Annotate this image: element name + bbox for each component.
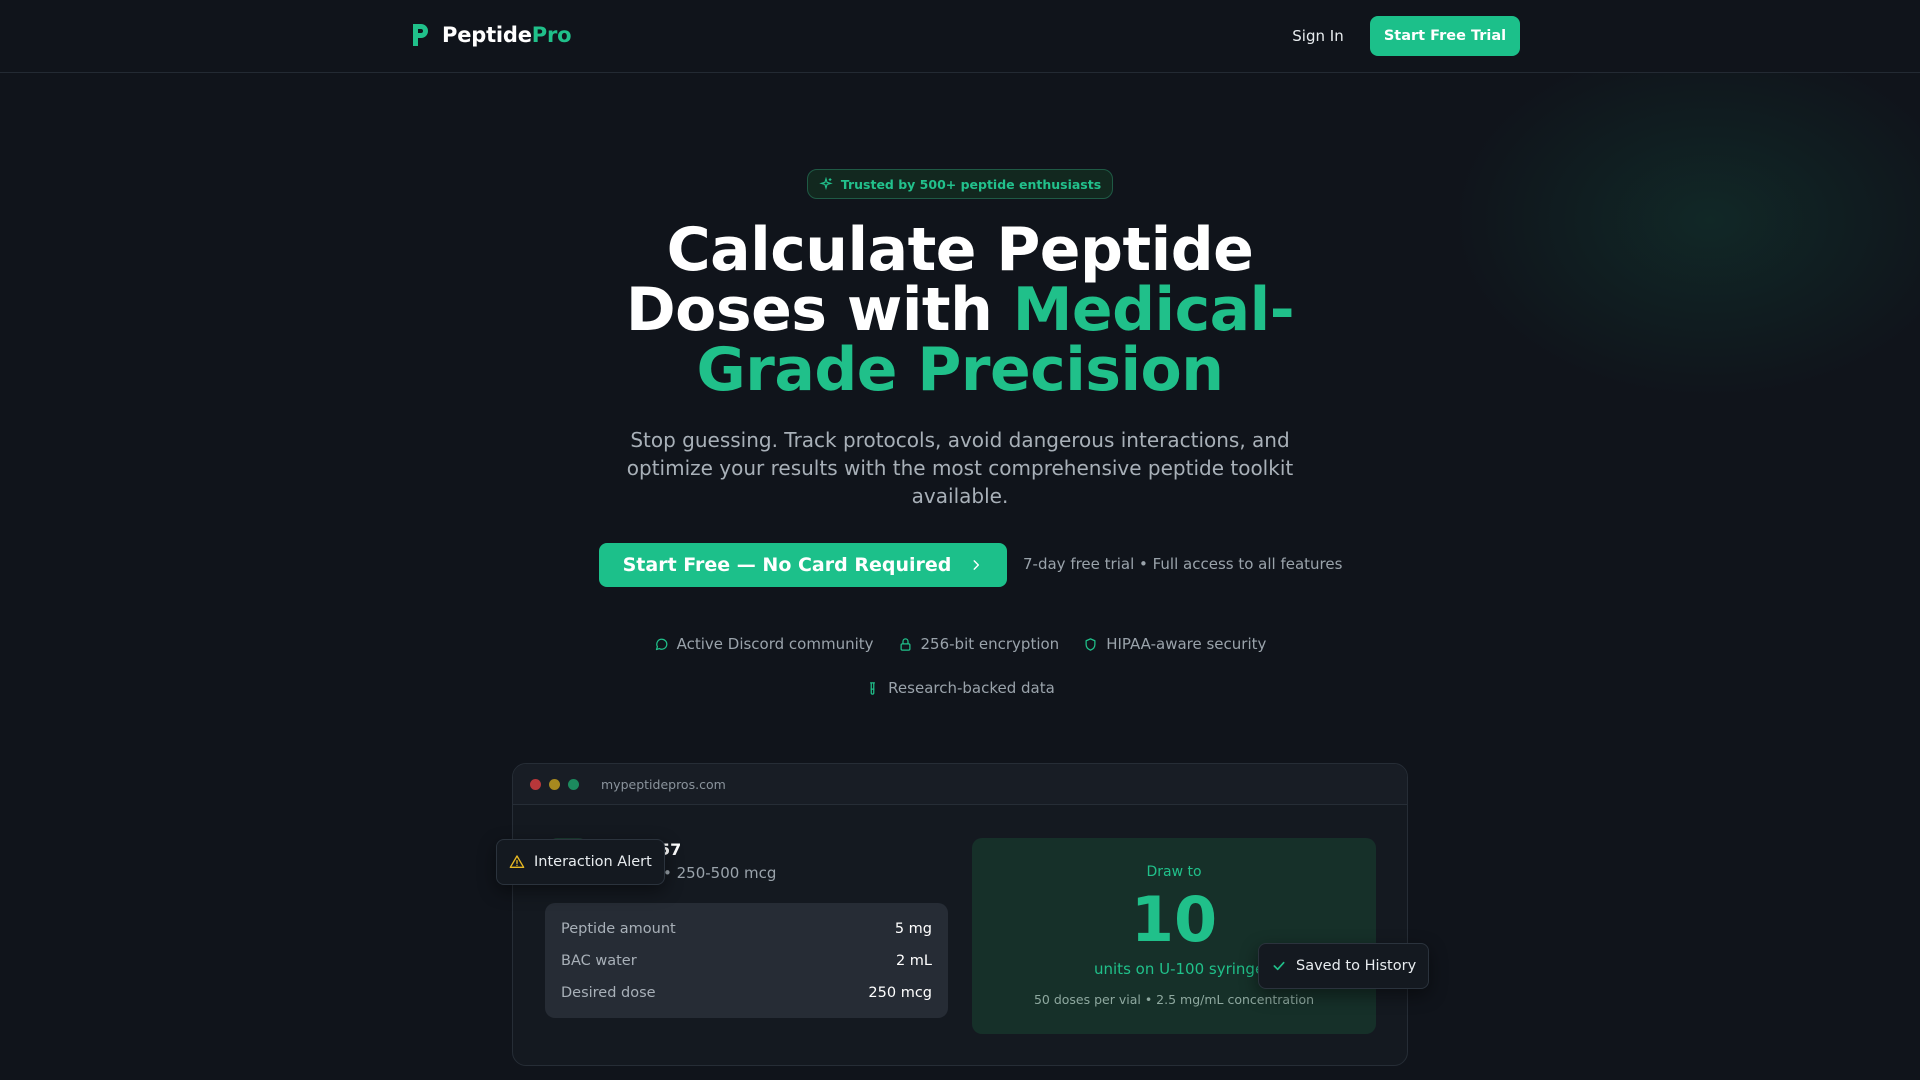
sparkle-icon (819, 177, 833, 191)
feature-label: Active Discord community (676, 635, 874, 653)
interaction-alert-text: Interaction Alert (534, 854, 652, 870)
feature-label: 256-bit encryption (920, 635, 1060, 653)
chevron-right-icon (973, 560, 980, 570)
interaction-alert-toast[interactable]: Interaction Alert (496, 839, 665, 885)
saved-history-toast[interactable]: Saved to History (1258, 943, 1430, 989)
start-free-trial-button[interactable]: Start Free Trial (1370, 16, 1520, 56)
browser-url: mypeptidepros.com (601, 776, 726, 792)
logo-text-accent: Pro (531, 23, 572, 47)
input-row-peptide-amount: Peptide amount 5 mg (561, 913, 932, 945)
check-icon (1273, 961, 1285, 971)
cta-label: Start Free — No Card Required (622, 554, 952, 576)
calculator-inputs: Peptide amount 5 mg BAC water 2 mL Desir… (545, 903, 948, 1018)
app-preview-window: mypeptidepros.com 57 • 250-500 mcg Pepti… (512, 763, 1408, 1066)
saved-history-text: Saved to History (1296, 958, 1417, 974)
input-value: 5 mg (894, 921, 932, 937)
dose-result-panel: Draw to 10 units on U-100 syringe 50 dos… (972, 838, 1376, 1034)
feature-encryption: 256-bit encryption (898, 635, 1060, 653)
window-close-dot (530, 778, 541, 790)
shield-icon (1085, 637, 1096, 651)
logo[interactable]: PeptidePro (410, 22, 572, 48)
start-free-cta-button[interactable]: Start Free — No Card Required (599, 543, 1007, 587)
input-label: Desired dose (561, 985, 656, 1001)
feature-label: Research-backed data (888, 679, 1055, 697)
hero-title-line3-green: Grade Precision (696, 335, 1224, 405)
sign-in-button[interactable]: Sign In (1278, 24, 1358, 48)
hero-title: Calculate Peptide Doses with Medical- Gr… (560, 220, 1360, 400)
feature-hipaa: HIPAA-aware security (1083, 635, 1266, 653)
features-row-1: Active Discord community 256-bit encrypt… (0, 635, 1920, 653)
hero-subtitle: Stop guessing. Track protocols, avoid da… (626, 428, 1294, 508)
input-row-bac-water: BAC water 2 mL (561, 945, 932, 977)
feature-discord: Active Discord community (654, 635, 874, 653)
input-value: 2 mL (895, 953, 932, 969)
window-maximize-dot (568, 778, 579, 790)
logo-mark-icon (413, 24, 428, 46)
chat-bubble-icon (655, 638, 668, 650)
window-minimize-dot (549, 778, 560, 790)
trust-badge-text: Trusted by 500+ peptide enthusiasts (840, 176, 1102, 192)
draw-to-label: Draw to (1146, 864, 1202, 880)
input-label: BAC water (561, 953, 637, 969)
cta-note: 7-day free trial • Full access to all fe… (1023, 555, 1343, 573)
units-label: units on U-100 syringe (1094, 960, 1265, 978)
input-row-desired-dose: Desired dose 250 mcg (561, 977, 932, 1009)
feature-research: Research-backed data (865, 679, 1055, 697)
trust-badge: Trusted by 500+ peptide enthusiasts (807, 169, 1113, 199)
input-value: 250 mcg (868, 985, 932, 1001)
peptide-dose-range: • 250-500 mcg (663, 864, 777, 882)
input-label: Peptide amount (561, 921, 676, 937)
features-row-2: Research-backed data (0, 679, 1920, 697)
dose-meta: 50 doses per vial • 2.5 mg/mL concentrat… (1033, 992, 1315, 1007)
feature-label: HIPAA-aware security (1106, 635, 1267, 653)
lock-icon (900, 637, 911, 651)
logo-text-main: Peptide (442, 23, 532, 47)
warning-icon (509, 855, 525, 868)
browser-bar: mypeptidepros.com (513, 764, 1407, 805)
top-navbar: PeptidePro Sign In Start Free Trial (0, 0, 1920, 73)
logo-text: PeptidePro (442, 23, 572, 47)
background-glow (1450, 40, 1920, 400)
test-tube-icon (870, 681, 876, 695)
